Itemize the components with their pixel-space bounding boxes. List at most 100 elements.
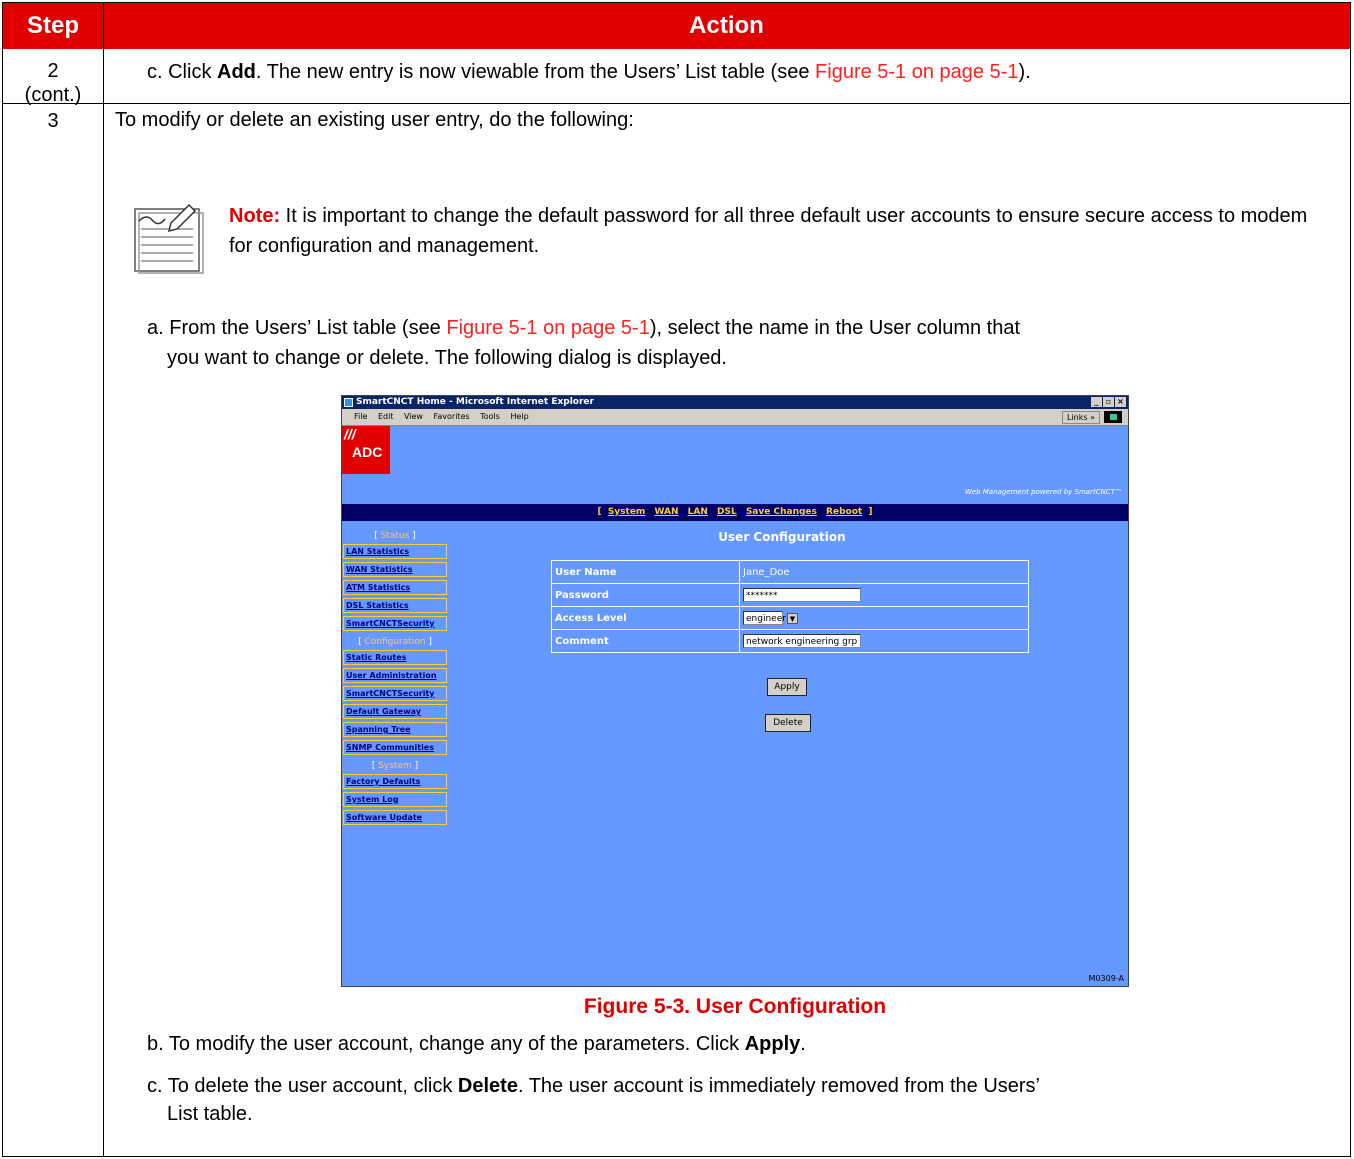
nav-system[interactable]: System	[608, 507, 646, 517]
password-field[interactable]: *******	[743, 588, 861, 602]
comment-label: Comment	[551, 629, 740, 653]
chevron-down-icon[interactable]: ▼	[787, 612, 798, 624]
header-step: Step	[3, 3, 104, 49]
table-row: Password *******	[551, 583, 1029, 607]
nav-reboot[interactable]: Reboot	[826, 507, 862, 517]
sidebar-header-status: [ Status ]	[374, 531, 416, 541]
table-header: Step Action	[3, 3, 1350, 49]
step-b: b. To modify the user account, change an…	[147, 1031, 806, 1057]
nav-bracket-close: ]	[868, 507, 873, 517]
step-a-line2: you want to change or delete. The follow…	[167, 347, 727, 369]
step-c-line1: c. To delete the user account, click Del…	[147, 1073, 1040, 1099]
nav-wan[interactable]: WAN	[654, 507, 678, 517]
step-2: 2	[47, 60, 59, 82]
procedure-table: Step Action 2 (cont.) c. Click Add. The …	[2, 2, 1351, 1157]
user-config-form: User Name Jane_Doe Password ******* Acce…	[551, 560, 1029, 653]
add-bold: Add	[217, 61, 256, 83]
sidebar-item-lan-statistics[interactable]: LAN Statistics	[343, 544, 447, 559]
user-name-label: User Name	[551, 560, 740, 584]
step-cont: (cont.)	[24, 84, 82, 106]
links-button[interactable]: Links »	[1062, 411, 1100, 424]
apply-button[interactable]: Apply	[767, 678, 807, 696]
step-c-line2: List table.	[167, 1103, 253, 1125]
menu-tools[interactable]: Tools	[480, 412, 500, 421]
note-text: Note: It is important to change the defa…	[229, 201, 1329, 261]
access-level-label: Access Level	[551, 606, 740, 630]
sidebar-item-security-status[interactable]: SmartCNCTSecurity	[343, 616, 447, 631]
c-pre: c. To delete the user account, click	[147, 1075, 458, 1097]
apply-bold: Apply	[744, 1033, 801, 1055]
window-controls: _ ▫ ×	[1091, 397, 1126, 407]
c-post: . The user account is immediately remove…	[517, 1075, 1041, 1097]
note-label: Note:	[229, 205, 281, 227]
sidebar-item-system-log[interactable]: System Log	[343, 792, 447, 807]
menu-view[interactable]: View	[404, 412, 423, 421]
sidebar-item-default-gateway[interactable]: Default Gateway	[343, 704, 447, 719]
close-icon[interactable]: ×	[1115, 397, 1126, 407]
page-title: User Configuration	[718, 530, 846, 544]
row2-text: c. Click Add. The new entry is now viewa…	[147, 59, 1031, 85]
figure-caption: Figure 5-3. User Configuration	[583, 995, 887, 1018]
menu-edit[interactable]: Edit	[378, 412, 394, 421]
nav-save-changes[interactable]: Save Changes	[746, 507, 817, 517]
ie-icon	[344, 398, 353, 407]
user-name-value: Jane_Doe	[739, 560, 1029, 584]
logo-text: ADC	[352, 444, 383, 460]
note-icon	[134, 203, 204, 274]
a-post: ), select the name in the User column th…	[649, 317, 1021, 339]
comment-field[interactable]: network engineering grp	[743, 634, 861, 648]
minimize-icon[interactable]: _	[1091, 397, 1102, 407]
table-row: Comment network engineering grp	[551, 629, 1029, 653]
delete-button[interactable]: Delete	[765, 714, 811, 732]
column-divider	[103, 49, 104, 1156]
b-pre: b. To modify the user account, change an…	[147, 1033, 745, 1055]
sidebar-item-user-administration[interactable]: User Administration	[343, 668, 447, 683]
sidebar-item-static-routes[interactable]: Static Routes	[343, 650, 447, 665]
access-level-select[interactable]: engineer	[743, 611, 786, 625]
row2-post: ).	[1018, 61, 1031, 83]
row2-mid: . The new entry is now viewable from the…	[255, 61, 816, 83]
password-label: Password	[551, 583, 740, 607]
window-title: SmartCNCT Home - Microsoft Internet Expl…	[356, 397, 594, 407]
maximize-icon[interactable]: ▫	[1103, 397, 1114, 407]
a-pre: a. From the Users’ List table (see	[147, 317, 447, 339]
table-row: User Name Jane_Doe	[551, 560, 1029, 584]
menu-favorites[interactable]: Favorites	[434, 412, 470, 421]
row2-pre: c. Click	[147, 61, 217, 83]
nav-lan[interactable]: LAN	[688, 507, 708, 517]
sidebar-item-atm-statistics[interactable]: ATM Statistics	[343, 580, 447, 595]
sidebar-item-dsl-statistics[interactable]: DSL Statistics	[343, 598, 447, 613]
sidebar-header-system: [ System ]	[371, 761, 419, 771]
menu-help[interactable]: Help	[510, 412, 528, 421]
sidebar-header-configuration: [ Configuration ]	[358, 637, 432, 647]
b-post: .	[800, 1033, 806, 1055]
logo-slashes: ///	[344, 426, 356, 442]
sidebar-item-wan-statistics[interactable]: WAN Statistics	[343, 562, 447, 577]
nav-bracket-open: [	[597, 507, 602, 517]
step-number-3: 3	[47, 110, 59, 132]
table-row: Access Level engineer ▼	[551, 606, 1029, 630]
sidebar-item-software-update[interactable]: Software Update	[343, 810, 447, 825]
figure-link[interactable]: Figure 5-1 on page 5-1	[815, 61, 1018, 83]
access-level-cell: engineer ▼	[739, 606, 1029, 630]
step-number: 2 (cont.)	[3, 59, 103, 107]
user-config-screenshot: SmartCNCT Home - Microsoft Internet Expl…	[341, 395, 1129, 987]
sidebar-item-factory-defaults[interactable]: Factory Defaults	[343, 774, 447, 789]
delete-bold: Delete	[457, 1075, 518, 1097]
note-body: It is important to change the default pa…	[229, 205, 1308, 257]
adc-logo: /// ADC	[342, 426, 390, 474]
nav-dsl[interactable]: DSL	[717, 507, 737, 517]
ie-menu-bar: File Edit View Favorites Tools Help Link…	[342, 409, 1128, 426]
header-action: Action	[689, 12, 764, 39]
sidebar-item-security-config[interactable]: SmartCNCTSecurity	[343, 686, 447, 701]
password-cell: *******	[739, 583, 1029, 607]
powered-by: Web Management powered by SmartCNCT™	[964, 488, 1122, 496]
menu-file[interactable]: File	[354, 412, 367, 421]
sidebar-item-snmp-communities[interactable]: SNMP Communities	[343, 740, 447, 755]
figure-link-a[interactable]: Figure 5-1 on page 5-1	[446, 317, 649, 339]
top-nav: [ System WAN LAN DSL Save Changes Reboot…	[342, 504, 1128, 521]
ie-title-bar: SmartCNCT Home - Microsoft Internet Expl…	[342, 396, 1128, 409]
sidebar: [ Status ] LAN Statistics WAN Statistics…	[343, 528, 447, 828]
step-a-line1: a. From the Users’ List table (see Figur…	[147, 315, 1020, 341]
sidebar-item-spanning-tree[interactable]: Spanning Tree	[343, 722, 447, 737]
